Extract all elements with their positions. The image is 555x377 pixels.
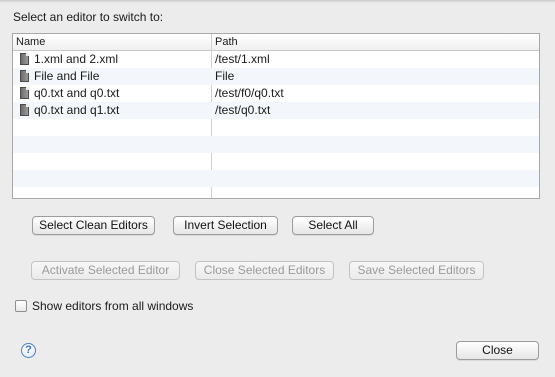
column-header-path[interactable]: Path <box>215 34 238 50</box>
table-row[interactable]: File and File File <box>13 68 539 85</box>
save-selected-editors-button[interactable]: Save Selected Editors <box>349 261 484 280</box>
dialog-prompt: Select an editor to switch to: <box>13 10 164 24</box>
row-name: q0.txt and q1.txt <box>34 103 120 117</box>
select-all-button[interactable]: Select All <box>292 216 374 235</box>
editors-table[interactable]: Name Path 1.xml and 2.xml /test/1.xml Fi… <box>12 33 540 199</box>
row-path: /test/1.xml <box>215 52 270 66</box>
table-header: Name Path <box>13 34 539 51</box>
show-all-windows-checkbox[interactable] <box>15 300 27 312</box>
file-icon <box>20 87 29 99</box>
empty-row <box>13 187 539 198</box>
help-icon[interactable]: ? <box>21 343 36 358</box>
table-row[interactable]: 1.xml and 2.xml /test/1.xml <box>13 51 539 68</box>
row-path: File <box>215 69 235 83</box>
select-clean-editors-button[interactable]: Select Clean Editors <box>32 216 155 235</box>
activate-selected-editor-button[interactable]: Activate Selected Editor <box>31 261 180 280</box>
row-name: q0.txt and q0.txt <box>34 86 120 100</box>
table-body: 1.xml and 2.xml /test/1.xml File and Fil… <box>13 51 539 198</box>
file-icon <box>20 104 29 116</box>
show-all-windows-label[interactable]: Show editors from all windows <box>32 299 193 313</box>
empty-row <box>13 119 539 136</box>
row-path: /test/f0/q0.txt <box>215 86 284 100</box>
dialog-top-edge <box>0 0 555 3</box>
empty-row <box>13 136 539 153</box>
row-name: File and File <box>34 69 100 83</box>
empty-row <box>13 170 539 187</box>
empty-row <box>13 153 539 170</box>
row-name: 1.xml and 2.xml <box>34 52 119 66</box>
column-header-name[interactable]: Name <box>16 34 45 50</box>
close-button[interactable]: Close <box>456 341 539 360</box>
row-path: /test/q0.txt <box>215 103 271 117</box>
table-row[interactable]: q0.txt and q1.txt /test/q0.txt <box>13 102 539 119</box>
invert-selection-button[interactable]: Invert Selection <box>173 216 278 235</box>
close-selected-editors-button[interactable]: Close Selected Editors <box>195 261 334 280</box>
file-icon <box>20 53 29 65</box>
file-icon <box>20 70 29 82</box>
table-row[interactable]: q0.txt and q0.txt /test/f0/q0.txt <box>13 85 539 102</box>
